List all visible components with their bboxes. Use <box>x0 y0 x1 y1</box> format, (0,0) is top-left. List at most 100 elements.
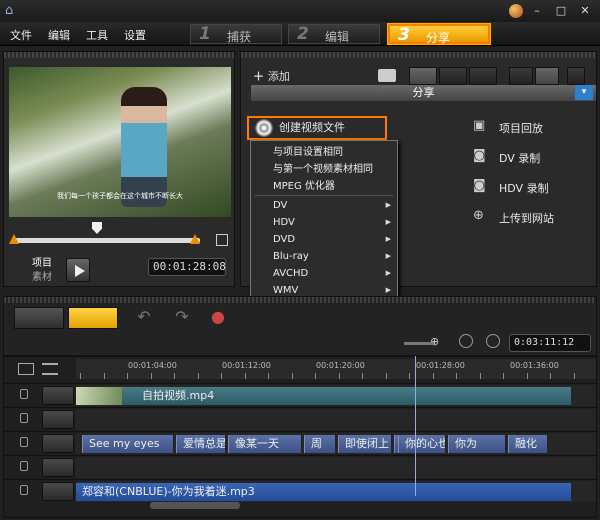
dropdown-item[interactable]: 与第一个视频素材相同 <box>251 161 397 178</box>
video-track-header[interactable] <box>42 386 74 405</box>
dropdown-item[interactable]: DVD ▶ <box>251 231 397 248</box>
lock-icon[interactable] <box>20 437 28 447</box>
video-clip-name: 自拍视频.mp4 <box>142 389 215 402</box>
title-clip[interactable]: 你为 <box>448 435 506 453</box>
play-button[interactable] <box>66 258 90 282</box>
menu-settings[interactable]: 设置 <box>124 27 146 43</box>
redo-icon[interactable]: ↷ <box>172 307 192 327</box>
fit-project-icon[interactable] <box>459 334 473 348</box>
upload-web-button[interactable]: ⊕ 上传到网站 <box>473 208 554 226</box>
dropdown-item-label: HDV <box>273 217 295 228</box>
camcorder-icon: ◙ <box>473 178 486 193</box>
dropdown-item[interactable]: DV ▶ <box>251 197 397 214</box>
close-icon[interactable]: ✕ <box>578 4 592 18</box>
dropdown-item[interactable]: Blu-ray ▶ <box>251 248 397 265</box>
step-capture-tab[interactable]: 1 捕获 <box>190 24 282 44</box>
dropdown-item[interactable]: 与项目设置相同 <box>251 144 397 161</box>
options-icon[interactable] <box>567 67 585 85</box>
voice-track-body <box>76 457 596 478</box>
title-track-body: See my eyes爱情总是像某一天周即使闭上如你的心也你为融化 <box>76 433 596 454</box>
voice-track-header[interactable] <box>42 458 74 477</box>
help-ball-icon[interactable] <box>509 4 523 18</box>
zoom-in-icon[interactable]: ⊕ <box>430 335 442 348</box>
menu-edit[interactable]: 编辑 <box>48 27 70 43</box>
audio-clip[interactable]: 郑容和(CNBLUE)-你为我着迷.mp3 <box>76 483 571 501</box>
title-clip[interactable]: 像某一天 <box>228 435 302 453</box>
overlay-track-body <box>76 409 596 430</box>
music-track-header[interactable] <box>42 482 74 501</box>
timeline-view-button[interactable] <box>68 307 118 329</box>
panel-grip <box>4 52 234 58</box>
image-library-tab[interactable] <box>439 67 467 85</box>
timeline-panel: 00:01:04:00 00:01:12:00 00:01:20:00 00:01:2… <box>3 356 598 518</box>
thumbnail-view-icon[interactable] <box>535 67 559 85</box>
record-capture-icon[interactable]: ● <box>208 307 228 327</box>
dropdown-item[interactable]: MPEG 优化器 <box>251 178 397 195</box>
title-clip[interactable]: 即使闭上 <box>338 435 392 453</box>
step-edit-tab[interactable]: 2 编辑 <box>288 24 380 44</box>
minimize-icon[interactable]: – <box>530 4 544 18</box>
title-clip[interactable]: 周 <box>304 435 336 453</box>
lock-icon[interactable] <box>20 413 28 423</box>
lock-icon[interactable] <box>20 461 28 471</box>
scrub-handle[interactable] <box>92 222 102 234</box>
step-label: 编辑 <box>325 30 350 44</box>
menu-file[interactable]: 文件 <box>10 27 32 43</box>
title-bar: ⌂ – □ ✕ <box>0 0 600 22</box>
folder-icon[interactable] <box>378 69 396 82</box>
hdv-record-button[interactable]: ◙ HDV 录制 <box>473 178 549 196</box>
lock-icon[interactable] <box>20 485 28 495</box>
timeline-scrollbar[interactable] <box>150 502 240 509</box>
track-manager-icon[interactable] <box>18 363 34 375</box>
ruler-tick <box>573 373 575 379</box>
overlay-track-header[interactable] <box>42 410 74 429</box>
chapter-list-icon[interactable] <box>42 363 58 375</box>
dv-record-button[interactable]: ◙ DV 录制 <box>473 148 540 166</box>
video-library-tab[interactable] <box>409 67 437 85</box>
title-clip[interactable]: 爱情总是 <box>176 435 226 453</box>
project-duration-timecode[interactable]: 0:03:11:12 <box>509 334 591 352</box>
preview-timecode[interactable]: 00:01:28:08 <box>148 258 226 276</box>
scrub-bar[interactable] <box>14 238 200 243</box>
storyboard-view-button[interactable] <box>14 307 64 329</box>
voice-track <box>4 455 598 478</box>
enlarge-preview-icon[interactable] <box>216 234 228 246</box>
playhead[interactable] <box>415 356 416 496</box>
video-person-figure <box>121 87 167 207</box>
clock-icon <box>486 334 500 348</box>
project-playback-button[interactable]: ▣ 项目回放 <box>473 118 543 136</box>
trim-end-marker[interactable] <box>190 234 200 244</box>
step-number: 3 <box>398 25 410 45</box>
plus-icon: ＋ <box>253 70 268 83</box>
ruler-tick <box>103 373 105 379</box>
timeline-ruler[interactable]: 00:01:04:00 00:01:12:00 00:01:20:00 00:01:2… <box>76 359 596 379</box>
step-share-tab[interactable]: 3 分享 <box>388 24 490 45</box>
menu-tools[interactable]: 工具 <box>86 27 108 43</box>
lock-icon[interactable] <box>20 389 28 399</box>
ruler-tick <box>409 373 410 379</box>
title-clip[interactable]: 融化 <box>508 435 548 453</box>
list-view-icon[interactable] <box>509 67 533 85</box>
title-track-header[interactable] <box>42 434 74 453</box>
clip-mode-label[interactable]: 素材 <box>32 268 52 283</box>
collapse-chevron-icon[interactable]: ▾ <box>575 85 593 100</box>
dropdown-item[interactable]: AVCHD ▶ <box>251 265 397 282</box>
project-mode-label[interactable]: 项目 <box>32 254 52 269</box>
dropdown-item-label: 与第一个视频素材相同 <box>273 164 373 175</box>
title-clip[interactable]: See my eyes <box>82 435 174 453</box>
undo-icon[interactable]: ↶ <box>134 307 154 327</box>
ruler-tick <box>80 373 81 379</box>
trim-start-marker[interactable] <box>9 234 19 244</box>
video-track-body: 自拍视频.mp4 <box>76 385 596 406</box>
dropdown-item[interactable]: HDV ▶ <box>251 214 397 231</box>
add-button[interactable]: ＋ 添加 <box>253 68 290 84</box>
zoom-slider[interactable] <box>404 342 434 345</box>
audio-library-tab[interactable] <box>469 67 497 85</box>
ruler-time-label: 00:01:04:00 <box>128 361 177 370</box>
create-video-file-button[interactable]: 创建视频文件 <box>247 116 387 140</box>
video-clip[interactable]: 自拍视频.mp4 <box>76 387 571 405</box>
step-number: 2 <box>297 24 309 44</box>
maximize-icon[interactable]: □ <box>554 4 568 18</box>
ruler-tick <box>197 373 199 379</box>
title-clip[interactable]: 你的心也 <box>398 435 446 453</box>
